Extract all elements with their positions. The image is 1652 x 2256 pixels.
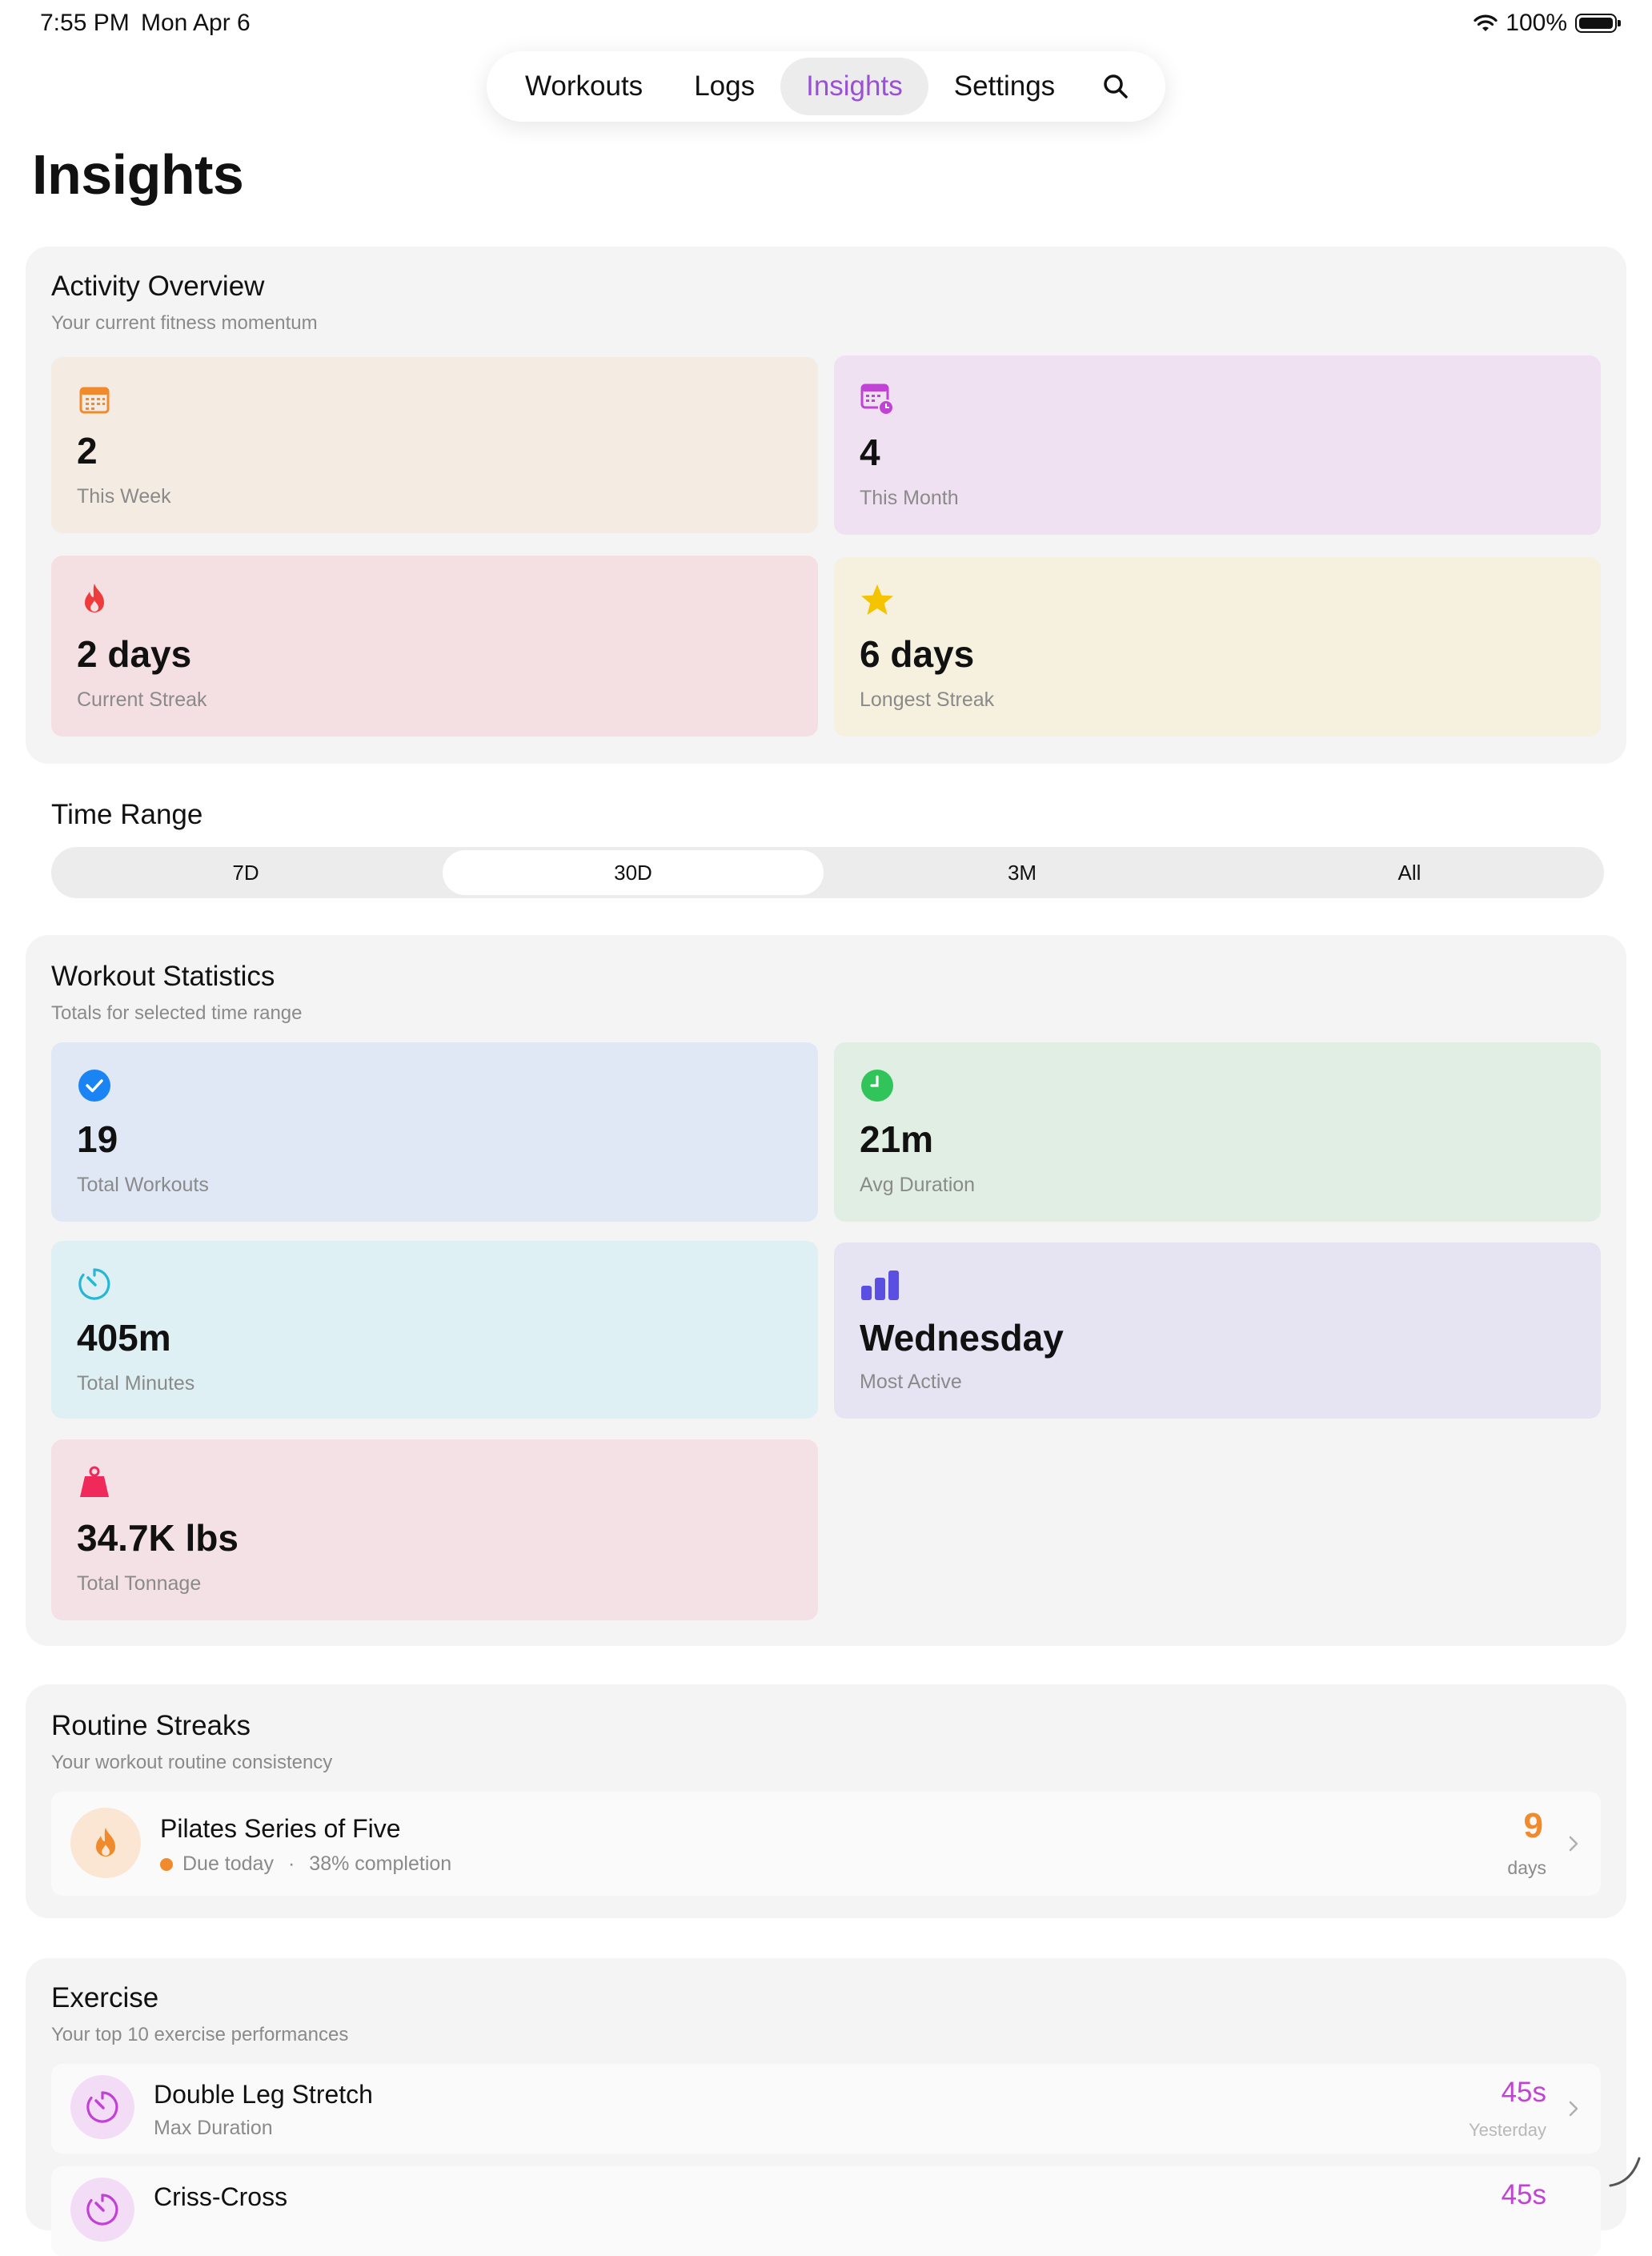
exercise-value: 45s <box>1501 2179 1546 2210</box>
stat-tile-avg-duration: 21m Avg Duration <box>834 1042 1601 1222</box>
chevron-right-icon <box>1569 2101 1578 2117</box>
stat-value: 6 days <box>860 633 975 675</box>
scalemass-icon <box>80 1466 109 1497</box>
exercise-row[interactable]: Criss-Cross 45s <box>51 2166 1601 2256</box>
calendar-icon <box>79 387 110 414</box>
routine-icon-circle <box>70 1808 141 1878</box>
flame-icon <box>85 584 104 612</box>
stat-label: Current Streak <box>77 688 207 711</box>
page-title: Insights <box>32 143 244 206</box>
exercise-metric: Max Duration <box>154 2117 273 2139</box>
star-icon <box>861 584 893 615</box>
section-subtitle: Your top 10 exercise performances <box>51 2024 349 2045</box>
status-indicators: 100% <box>1474 10 1621 37</box>
workout-statistics-card: Workout Statistics Totals for selected t… <box>26 935 1626 1646</box>
routine-meta: Due today · 38% completion <box>160 1853 451 1876</box>
stat-value: 34.7K lbs <box>77 1517 239 1559</box>
stat-label: Total Minutes <box>77 1372 195 1395</box>
exercise-value: 45s <box>1501 2077 1546 2108</box>
stat-label: Total Workouts <box>77 1174 209 1196</box>
status-date: Mon Apr 6 <box>141 10 251 36</box>
exercise-icon-circle <box>70 2178 134 2242</box>
exercise-name: Criss-Cross <box>154 2182 288 2211</box>
stat-label: This Month <box>860 487 959 509</box>
status-time: 7:55 PM <box>40 10 130 36</box>
section-subtitle: Totals for selected time range <box>51 1002 303 1024</box>
timer-icon <box>86 2194 118 2226</box>
stat-label: Longest Streak <box>860 688 995 711</box>
stat-tile-most-active: Wednesday Most Active <box>834 1242 1601 1419</box>
timer-icon <box>86 2091 118 2123</box>
section-title: Routine Streaks <box>51 1710 251 1741</box>
section-title: Exercise <box>51 1982 159 2013</box>
bar-chart-icon <box>861 1271 899 1300</box>
segment-30d[interactable]: 30D <box>443 850 824 895</box>
stat-value: Wednesday <box>860 1317 1064 1359</box>
segment-7d[interactable]: 7D <box>54 850 437 895</box>
section-subtitle: Your workout routine consistency <box>51 1752 333 1773</box>
stat-tile-total-tonnage: 34.7K lbs Total Tonnage <box>51 1439 818 1620</box>
search-button[interactable] <box>1087 58 1145 115</box>
exercise-when: Yesterday <box>1468 2120 1546 2140</box>
stat-tile-longest-streak: 6 days Longest Streak <box>834 557 1601 737</box>
calendar-clock-icon <box>860 383 894 415</box>
stat-tile-this-month: 4 This Month <box>834 355 1601 535</box>
due-dot <box>160 1857 173 1871</box>
stat-value: 2 <box>77 430 98 472</box>
stat-tile-current-streak: 2 days Current Streak <box>51 556 818 737</box>
section-title: Workout Statistics <box>51 961 275 992</box>
due-status: Due today <box>182 1853 274 1875</box>
checkmark-circle-icon <box>78 1070 110 1102</box>
tab-insights[interactable]: Insights <box>780 58 928 115</box>
stat-value: 405m <box>77 1317 171 1359</box>
flame-icon <box>96 1828 115 1857</box>
segment-all[interactable]: All <box>1218 850 1601 895</box>
segment-3m[interactable]: 3M <box>831 850 1213 895</box>
tab-logs[interactable]: Logs <box>668 58 780 115</box>
exercise-name: Double Leg Stretch <box>154 2080 373 2109</box>
stat-label: Avg Duration <box>860 1174 976 1196</box>
stat-label: Most Active <box>860 1371 962 1393</box>
exercise-row[interactable]: Double Leg Stretch Max Duration 45s Yest… <box>51 2064 1601 2154</box>
streak-count: 9 <box>1523 1806 1543 1845</box>
tab-workouts[interactable]: Workouts <box>499 58 668 115</box>
stat-value: 21m <box>860 1118 934 1160</box>
stat-value: 4 <box>860 432 880 473</box>
section-subtitle: Your current fitness momentum <box>51 312 318 334</box>
meta-separator: · <box>287 1853 295 1875</box>
exercise-card: Exercise Your top 10 exercise performanc… <box>26 1958 1626 2256</box>
section-title: Activity Overview <box>51 271 265 302</box>
chevron-right-icon <box>1569 1836 1578 1852</box>
routine-streak-row[interactable]: Pilates Series of Five Due today · 38% c… <box>51 1792 1601 1896</box>
routine-name: Pilates Series of Five <box>160 1814 401 1843</box>
stat-tile-total-minutes: 405m Total Minutes <box>51 1241 818 1419</box>
battery-percent: 100% <box>1506 10 1567 36</box>
stat-value: 19 <box>77 1118 118 1160</box>
activity-overview-card: Activity Overview Your current fitness m… <box>26 247 1626 764</box>
time-range-title: Time Range <box>51 799 203 830</box>
scroll-corner-indicator <box>1609 2157 1641 2187</box>
timer-icon <box>78 1268 110 1300</box>
battery-icon <box>1575 14 1621 33</box>
search-icon <box>1104 74 1128 98</box>
routine-streaks-card: Routine Streaks Your workout routine con… <box>26 1684 1626 1918</box>
stat-value: 2 days <box>77 633 192 675</box>
clock-icon <box>861 1070 893 1102</box>
wifi-icon <box>1474 14 1498 31</box>
streak-unit: days <box>1507 1857 1546 1878</box>
time-range-segmented-control: 7D 30D 3M All <box>51 847 1604 898</box>
stat-tile-total-workouts: 19 Total Workouts <box>51 1042 818 1222</box>
stat-tile-this-week: 2 This Week <box>51 357 818 533</box>
stat-label: Total Tonnage <box>77 1572 202 1595</box>
exercise-icon-circle <box>70 2075 134 2139</box>
top-tab-bar: Workouts Logs Insights Settings <box>487 51 1165 122</box>
completion-text: 38% completion <box>309 1853 452 1875</box>
stat-label: This Week <box>77 485 171 508</box>
tab-settings[interactable]: Settings <box>928 58 1081 115</box>
